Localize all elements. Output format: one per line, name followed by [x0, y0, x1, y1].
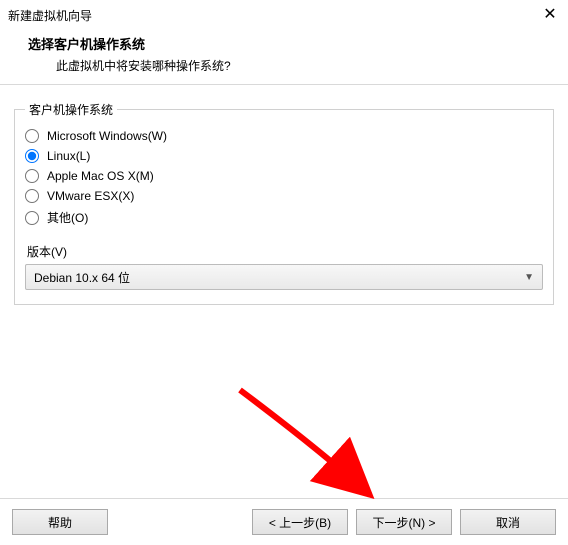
radio-macos-input[interactable] — [25, 169, 39, 183]
version-label: 版本(V) — [27, 243, 543, 260]
version-selected-value: Debian 10.x 64 位 — [34, 269, 130, 286]
button-bar: 帮助 < 上一步(B) 下一步(N) > 取消 — [0, 498, 568, 545]
radio-windows-input[interactable] — [25, 129, 39, 143]
wizard-header: 选择客户机操作系统 此虚拟机中将安装哪种操作系统? — [0, 28, 568, 84]
radio-macos-label: Apple Mac OS X(M) — [47, 169, 154, 183]
radio-macos[interactable]: Apple Mac OS X(M) — [25, 166, 543, 186]
radio-other[interactable]: 其他(O) — [25, 206, 543, 229]
page-title: 选择客户机操作系统 — [28, 34, 552, 53]
page-subtitle: 此虚拟机中将安装哪种操作系统? — [28, 53, 552, 74]
radio-other-label: 其他(O) — [47, 209, 88, 226]
content-area: 客户机操作系统 Microsoft Windows(W) Linux(L) Ap… — [0, 85, 568, 305]
radio-windows[interactable]: Microsoft Windows(W) — [25, 126, 543, 146]
titlebar: 新建虚拟机向导 ✕ — [0, 0, 568, 28]
radio-vmware-esx[interactable]: VMware ESX(X) — [25, 186, 543, 206]
radio-windows-label: Microsoft Windows(W) — [47, 129, 167, 143]
cancel-button[interactable]: 取消 — [460, 509, 556, 535]
radio-linux-label: Linux(L) — [47, 149, 90, 163]
close-icon[interactable]: ✕ — [540, 7, 560, 23]
back-button[interactable]: < 上一步(B) — [252, 509, 348, 535]
radio-vmware-esx-label: VMware ESX(X) — [47, 189, 134, 203]
radio-other-input[interactable] — [25, 211, 39, 225]
radio-linux[interactable]: Linux(L) — [25, 146, 543, 166]
version-select[interactable]: Debian 10.x 64 位 ▼ — [25, 264, 543, 290]
guest-os-legend: 客户机操作系统 — [25, 101, 117, 118]
help-button[interactable]: 帮助 — [12, 509, 108, 535]
guest-os-group: 客户机操作系统 Microsoft Windows(W) Linux(L) Ap… — [14, 101, 554, 305]
radio-vmware-esx-input[interactable] — [25, 189, 39, 203]
chevron-down-icon: ▼ — [524, 272, 534, 283]
radio-linux-input[interactable] — [25, 149, 39, 163]
window-title: 新建虚拟机向导 — [8, 7, 92, 24]
next-button[interactable]: 下一步(N) > — [356, 509, 452, 535]
